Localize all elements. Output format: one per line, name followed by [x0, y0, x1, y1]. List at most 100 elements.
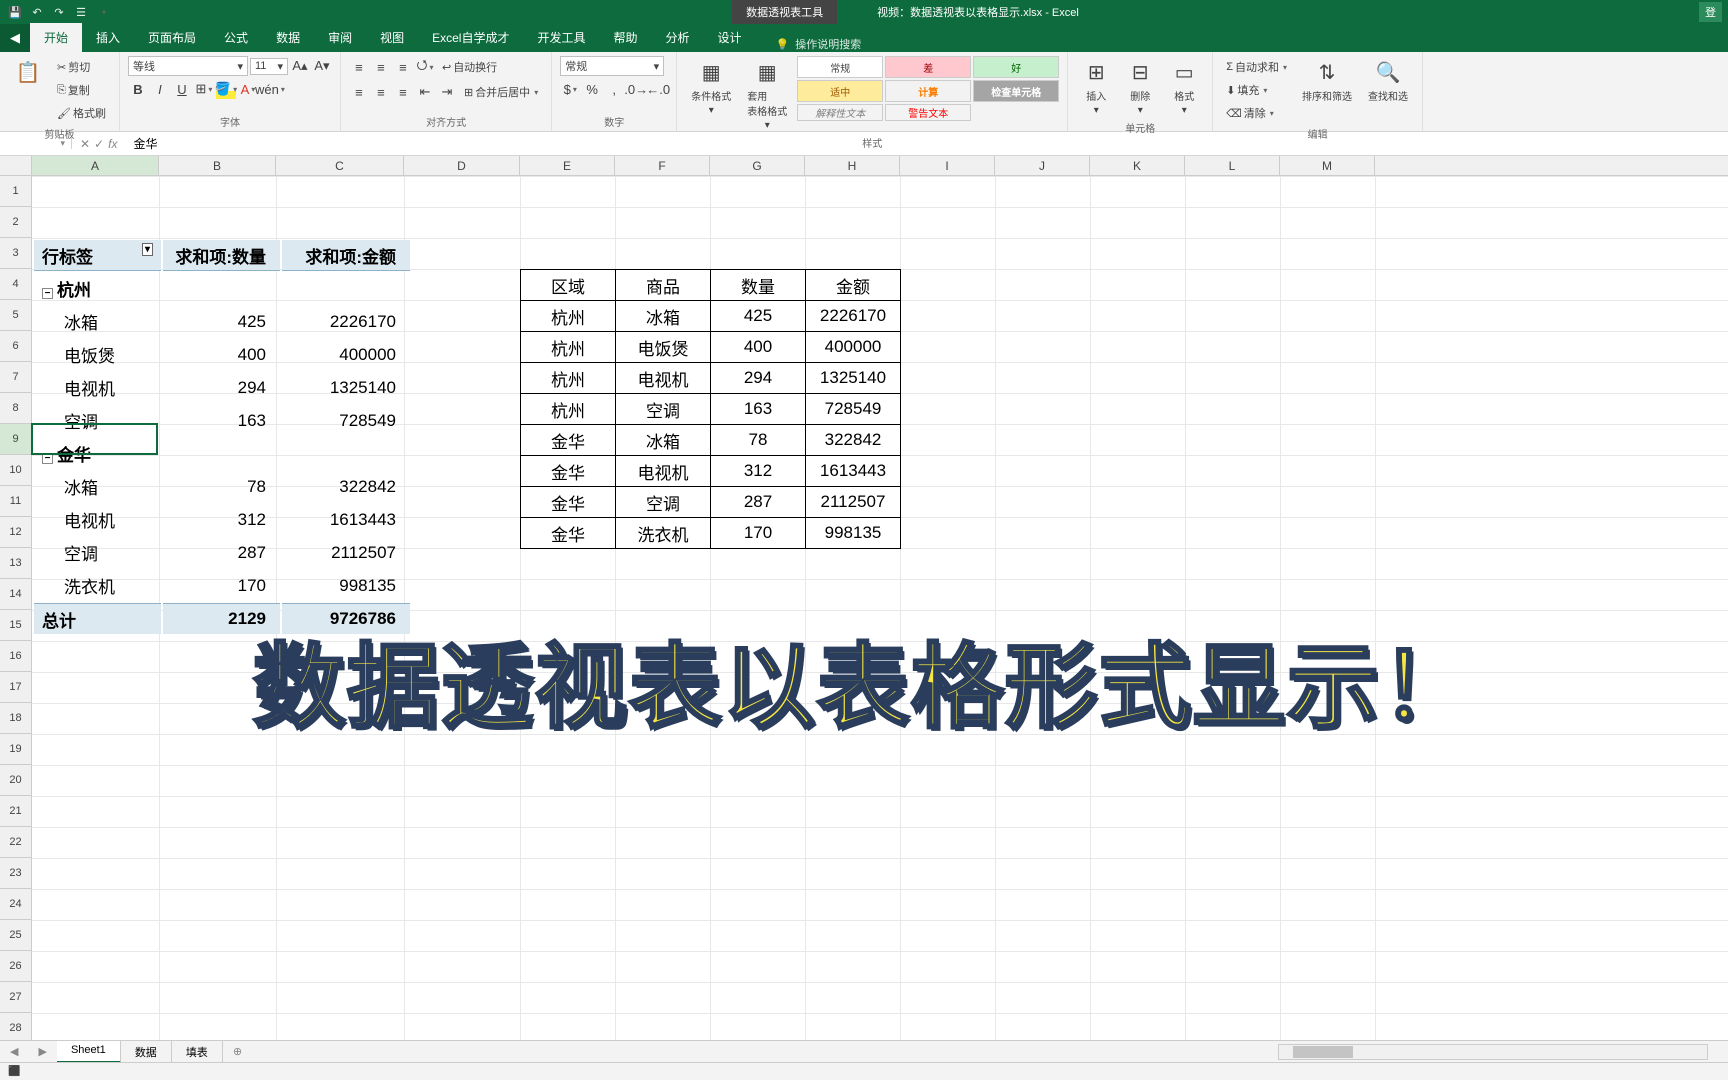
indent-dec-icon[interactable]: ⇤: [415, 82, 435, 102]
font-name-combo[interactable]: 等线▾: [128, 56, 248, 76]
row-header[interactable]: 1: [0, 176, 32, 207]
ribbon-tab-数据[interactable]: 数据: [262, 23, 314, 52]
row-header[interactable]: 12: [0, 517, 32, 548]
ribbon-tab-审阅[interactable]: 审阅: [314, 23, 366, 52]
row-header[interactable]: 27: [0, 982, 32, 1013]
sheet-tab[interactable]: Sheet1: [57, 1041, 121, 1063]
col-header[interactable]: H: [805, 156, 900, 175]
cell-grid[interactable]: 行标签 ▾求和项:数量求和项:金额−杭州冰箱4252226170电饭煲40040…: [32, 176, 1728, 1044]
ribbon-tab-公式[interactable]: 公式: [210, 23, 262, 52]
ribbon-tab-开始[interactable]: 开始: [30, 23, 82, 52]
paste-button[interactable]: 📋: [8, 56, 48, 88]
style-check[interactable]: 检查单元格: [973, 80, 1059, 102]
row-header[interactable]: 10: [0, 455, 32, 486]
autosum-button[interactable]: Σ 自动求和: [1221, 56, 1292, 78]
select-all-corner[interactable]: [0, 156, 32, 175]
row-header[interactable]: 6: [0, 331, 32, 362]
row-header[interactable]: 15: [0, 610, 32, 641]
sheet-tab[interactable]: 数据: [121, 1041, 172, 1063]
row-header[interactable]: 21: [0, 796, 32, 827]
decrease-font-icon[interactable]: A▾: [312, 56, 332, 76]
copy-button[interactable]: ⎘ 复制: [52, 79, 111, 101]
number-format-combo[interactable]: 常规▾: [560, 56, 664, 76]
row-header[interactable]: 4: [0, 269, 32, 300]
col-header[interactable]: L: [1185, 156, 1280, 175]
qat-dropdown-icon[interactable]: [94, 3, 112, 21]
ribbon-tab-设计[interactable]: 设计: [704, 23, 756, 52]
col-header[interactable]: J: [995, 156, 1090, 175]
row-header[interactable]: 3: [0, 238, 32, 269]
currency-icon[interactable]: $: [560, 79, 580, 99]
horizontal-scrollbar[interactable]: [1278, 1044, 1708, 1060]
format-as-table-button[interactable]: ▦套用 表格格式▾: [741, 56, 793, 133]
row-header[interactable]: 5: [0, 300, 32, 331]
row-header[interactable]: 26: [0, 951, 32, 982]
row-header[interactable]: 24: [0, 889, 32, 920]
ribbon-tab-开发工具[interactable]: 开发工具: [523, 23, 599, 52]
login-button[interactable]: 登: [1699, 2, 1722, 22]
underline-icon[interactable]: U: [172, 79, 192, 99]
inc-decimal-icon[interactable]: .0→: [626, 79, 646, 99]
fill-color-icon[interactable]: 🪣: [216, 79, 236, 99]
style-warn[interactable]: 警告文本: [885, 104, 971, 121]
col-header[interactable]: D: [404, 156, 520, 175]
wrap-text-button[interactable]: ↩ 自动换行: [437, 56, 502, 78]
formula-input[interactable]: 金华: [125, 135, 1728, 152]
merge-center-button[interactable]: ⊞ 合并后居中: [459, 81, 543, 103]
font-size-combo[interactable]: 11▾: [250, 58, 288, 75]
sheet-tab[interactable]: 填表: [172, 1041, 223, 1063]
increase-font-icon[interactable]: A▴: [290, 56, 310, 76]
row-header[interactable]: 9: [0, 424, 32, 455]
orientation-icon[interactable]: ⭯: [415, 57, 435, 77]
ribbon-tab-Excel自学成才[interactable]: Excel自学成才: [418, 23, 523, 52]
name-box[interactable]: ▾: [0, 138, 72, 149]
save-icon[interactable]: 💾: [6, 3, 24, 21]
style-explain[interactable]: 解释性文本: [797, 104, 883, 121]
enter-icon[interactable]: ✓: [94, 137, 104, 151]
conditional-format-button[interactable]: ▦条件格式▾: [685, 56, 737, 118]
sheet-nav-prev[interactable]: ◀: [0, 1045, 28, 1058]
align-right-icon[interactable]: ≡: [393, 82, 413, 102]
align-middle-icon[interactable]: ≡: [371, 57, 391, 77]
row-header[interactable]: 7: [0, 362, 32, 393]
col-header[interactable]: E: [520, 156, 615, 175]
cell-styles-gallery[interactable]: 常规 差 好 适中 计算 检查单元格 解释性文本 警告文本: [797, 56, 1059, 121]
percent-icon[interactable]: %: [582, 79, 602, 99]
row-header[interactable]: 19: [0, 734, 32, 765]
file-tab[interactable]: ◀: [0, 24, 30, 52]
col-header[interactable]: G: [710, 156, 805, 175]
bold-icon[interactable]: B: [128, 79, 148, 99]
row-header[interactable]: 14: [0, 579, 32, 610]
style-good[interactable]: 好: [973, 56, 1059, 78]
align-top-icon[interactable]: ≡: [349, 57, 369, 77]
row-header[interactable]: 22: [0, 827, 32, 858]
delete-cells-button[interactable]: ⊟删除▾: [1120, 56, 1160, 118]
pivot-table[interactable]: 行标签 ▾求和项:数量求和项:金额−杭州冰箱4252226170电饭煲40040…: [32, 238, 412, 636]
row-header[interactable]: 2: [0, 207, 32, 238]
col-header[interactable]: A: [32, 156, 159, 175]
comma-icon[interactable]: ,: [604, 79, 624, 99]
align-center-icon[interactable]: ≡: [371, 82, 391, 102]
redo-icon[interactable]: ↷: [50, 3, 68, 21]
row-header[interactable]: 8: [0, 393, 32, 424]
ribbon-tab-插入[interactable]: 插入: [82, 23, 134, 52]
data-table[interactable]: 区域商品数量金额杭州冰箱4252226170杭州电饭煲400400000杭州电视…: [520, 269, 901, 549]
clear-button[interactable]: ⌫ 清除: [1221, 102, 1292, 124]
ribbon-tab-视图[interactable]: 视图: [366, 23, 418, 52]
row-header[interactable]: 20: [0, 765, 32, 796]
row-header[interactable]: 25: [0, 920, 32, 951]
align-left-icon[interactable]: ≡: [349, 82, 369, 102]
dec-decimal-icon[interactable]: ←.0: [648, 79, 668, 99]
col-header[interactable]: C: [276, 156, 404, 175]
ribbon-tab-页面布局[interactable]: 页面布局: [134, 23, 210, 52]
sort-filter-button[interactable]: ⇅排序和筛选: [1296, 56, 1358, 105]
row-header[interactable]: 13: [0, 548, 32, 579]
italic-icon[interactable]: I: [150, 79, 170, 99]
undo-icon[interactable]: ↶: [28, 3, 46, 21]
cut-button[interactable]: ✂ 剪切: [52, 56, 111, 78]
phonetic-icon[interactable]: wén: [260, 79, 280, 99]
fill-button[interactable]: ⬇ 填充: [1221, 79, 1292, 101]
indent-inc-icon[interactable]: ⇥: [437, 82, 457, 102]
row-header[interactable]: 11: [0, 486, 32, 517]
find-select-button[interactable]: 🔍查找和选: [1362, 56, 1414, 105]
